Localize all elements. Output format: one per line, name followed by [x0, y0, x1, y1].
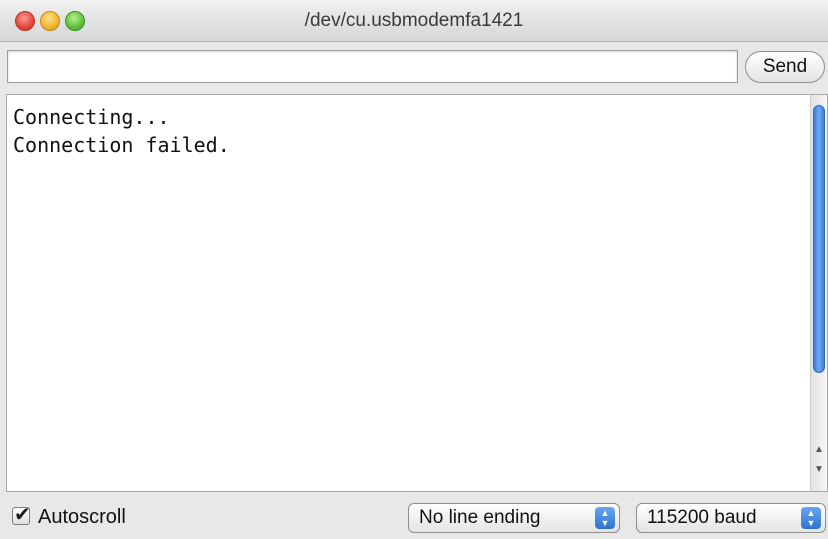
baud-rate-select[interactable]: 115200 baud ▲ ▼	[636, 503, 826, 533]
scroll-down-arrow-icon[interactable]: ▼	[814, 463, 824, 477]
updown-arrows-icon: ▲ ▼	[595, 507, 615, 529]
autoscroll-checkbox[interactable]: ✔	[12, 504, 31, 526]
window-title: /dev/cu.usbmodemfa1421	[304, 10, 524, 31]
updown-arrows-icon: ▲ ▼	[801, 507, 821, 529]
line-ending-select[interactable]: No line ending ▲ ▼	[408, 503, 620, 533]
line-ending-value: No line ending	[419, 507, 541, 528]
autoscroll-label: Autoscroll	[38, 506, 126, 528]
output-line: Connecting...	[13, 105, 170, 129]
title-bar[interactable]: /dev/cu.usbmodemfa1421	[0, 0, 828, 42]
vertical-scrollbar[interactable]: ▲ ▼	[810, 95, 827, 491]
scroll-up-arrow-icon[interactable]: ▲	[814, 443, 824, 457]
baud-rate-value: 115200 baud	[647, 507, 757, 528]
serial-output[interactable]: Connecting... Connection failed. ▲ ▼	[6, 94, 828, 492]
bottom-bar: ✔ Autoscroll No line ending ▲ ▼ 115200 ba…	[0, 492, 828, 539]
serial-input[interactable]	[7, 50, 738, 83]
input-row: Send	[0, 42, 828, 94]
send-button[interactable]: Send	[745, 51, 825, 83]
scroll-thumb[interactable]	[813, 105, 825, 373]
output-text: Connecting... Connection failed.	[13, 103, 808, 159]
output-line: Connection failed.	[13, 133, 230, 157]
checkmark-icon: ✔	[14, 504, 31, 526]
serial-monitor-window: /dev/cu.usbmodemfa1421 Send Connecting..…	[0, 0, 828, 539]
